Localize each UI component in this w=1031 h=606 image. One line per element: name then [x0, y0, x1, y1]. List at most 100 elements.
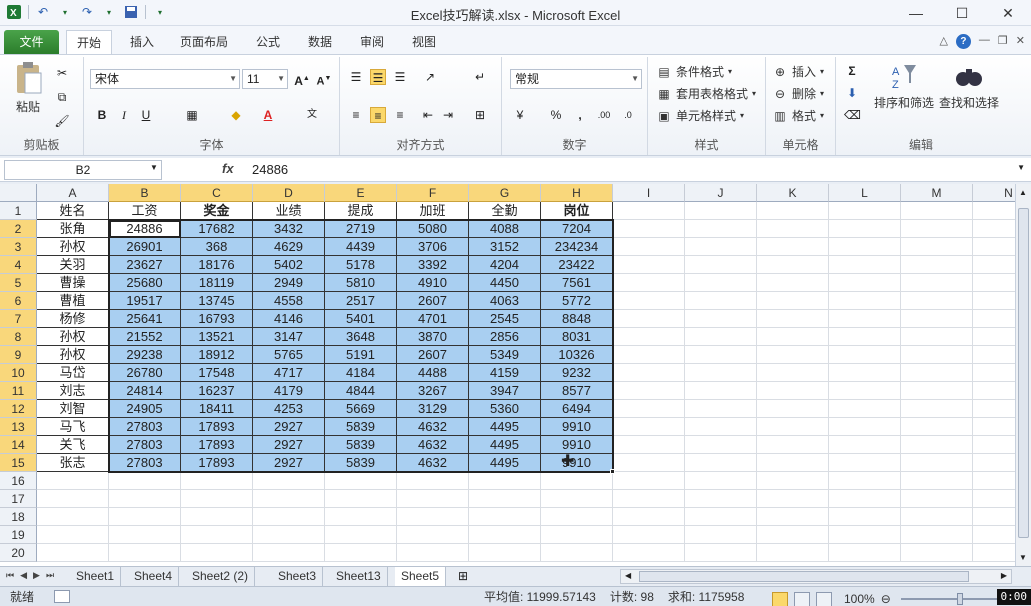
table-cell[interactable]: 17893: [181, 418, 253, 436]
empty-cell[interactable]: [901, 544, 973, 562]
empty-cell[interactable]: [685, 328, 757, 346]
empty-cell[interactable]: [325, 526, 397, 544]
empty-cell[interactable]: [973, 310, 1015, 328]
empty-cell[interactable]: [37, 472, 109, 490]
empty-cell[interactable]: [37, 526, 109, 544]
empty-cell[interactable]: [613, 220, 685, 238]
empty-cell[interactable]: [685, 508, 757, 526]
empty-cell[interactable]: [757, 364, 829, 382]
empty-cell[interactable]: [613, 526, 685, 544]
empty-cell[interactable]: [685, 346, 757, 364]
empty-cell[interactable]: [613, 346, 685, 364]
empty-cell[interactable]: [973, 454, 1015, 472]
empty-cell[interactable]: [685, 310, 757, 328]
row-header-19[interactable]: 19: [0, 526, 37, 544]
table-cell[interactable]: 2517: [325, 292, 397, 310]
tab-review[interactable]: 审阅: [350, 30, 394, 54]
header-cell[interactable]: 工资: [109, 202, 181, 220]
scroll-right-icon[interactable]: ▶: [1001, 571, 1007, 580]
comma-button[interactable]: ,: [572, 107, 588, 123]
insert-cells-button[interactable]: ⊕ 插入 ▾: [772, 63, 824, 80]
tab-view[interactable]: 视图: [402, 30, 446, 54]
empty-cell[interactable]: [901, 256, 973, 274]
sheet-tab[interactable]: Sheet13: [330, 567, 388, 586]
table-cell[interactable]: 8848: [541, 310, 613, 328]
font-name-combo[interactable]: 宋体 ▼: [90, 69, 240, 89]
table-cell[interactable]: 26901: [109, 238, 181, 256]
empty-cell[interactable]: [901, 292, 973, 310]
insert-sheet-icon[interactable]: ⊞: [458, 569, 468, 583]
empty-cell[interactable]: [685, 454, 757, 472]
table-cell[interactable]: 4184: [325, 364, 397, 382]
page-layout-view-button[interactable]: [794, 591, 810, 606]
empty-cell[interactable]: [973, 436, 1015, 454]
table-cell[interactable]: 杨修: [37, 310, 109, 328]
empty-cell[interactable]: [685, 238, 757, 256]
empty-cell[interactable]: [685, 274, 757, 292]
table-cell[interactable]: 4495: [469, 454, 541, 472]
table-cell[interactable]: 19517: [109, 292, 181, 310]
row-header-9[interactable]: 9: [0, 346, 37, 364]
empty-cell[interactable]: [901, 418, 973, 436]
empty-cell[interactable]: [685, 472, 757, 490]
row-header-17[interactable]: 17: [0, 490, 37, 508]
empty-cell[interactable]: [973, 220, 1015, 238]
table-cell[interactable]: 27803: [109, 418, 181, 436]
row-header-1[interactable]: 1: [0, 202, 37, 220]
empty-cell[interactable]: [973, 400, 1015, 418]
empty-cell[interactable]: [757, 238, 829, 256]
table-cell[interactable]: 3432: [253, 220, 325, 238]
empty-cell[interactable]: [973, 274, 1015, 292]
empty-cell[interactable]: [829, 508, 901, 526]
align-center-icon[interactable]: ≡: [370, 107, 386, 123]
table-cell[interactable]: 2949: [253, 274, 325, 292]
table-cell[interactable]: 3870: [397, 328, 469, 346]
empty-cell[interactable]: [109, 526, 181, 544]
empty-cell[interactable]: [541, 490, 613, 508]
empty-cell[interactable]: [397, 490, 469, 508]
workbook-minimize-icon[interactable]: —: [979, 34, 990, 49]
empty-cell[interactable]: [901, 436, 973, 454]
column-header-i[interactable]: I: [613, 184, 685, 202]
empty-cell[interactable]: [469, 544, 541, 562]
empty-cell[interactable]: [325, 490, 397, 508]
empty-cell[interactable]: [757, 490, 829, 508]
row-header-7[interactable]: 7: [0, 310, 37, 328]
empty-cell[interactable]: [973, 202, 1015, 220]
empty-cell[interactable]: [685, 364, 757, 382]
column-header-m[interactable]: M: [901, 184, 973, 202]
empty-cell[interactable]: [397, 526, 469, 544]
table-cell[interactable]: 9910: [541, 454, 613, 472]
table-cell[interactable]: 4632: [397, 436, 469, 454]
empty-cell[interactable]: [685, 400, 757, 418]
minimize-button[interactable]: —: [893, 0, 939, 26]
table-cell[interactable]: 张志: [37, 454, 109, 472]
table-cell[interactable]: 2927: [253, 418, 325, 436]
table-cell[interactable]: 2607: [397, 346, 469, 364]
align-right-icon[interactable]: ≡: [392, 107, 408, 123]
table-cell[interactable]: 2545: [469, 310, 541, 328]
row-header-3[interactable]: 3: [0, 238, 37, 256]
table-cell[interactable]: 孙权: [37, 238, 109, 256]
column-header-a[interactable]: A: [37, 184, 109, 202]
table-cell[interactable]: 9910: [541, 436, 613, 454]
empty-cell[interactable]: [541, 544, 613, 562]
column-header-c[interactable]: C: [181, 184, 253, 202]
empty-cell[interactable]: [829, 454, 901, 472]
table-cell[interactable]: 17893: [181, 454, 253, 472]
empty-cell[interactable]: [757, 508, 829, 526]
row-header-15[interactable]: 15: [0, 454, 37, 472]
table-cell[interactable]: 2856: [469, 328, 541, 346]
header-cell[interactable]: 提成: [325, 202, 397, 220]
prev-sheet-icon[interactable]: ◀: [20, 570, 27, 581]
table-cell[interactable]: 3147: [253, 328, 325, 346]
table-cell[interactable]: 2927: [253, 454, 325, 472]
normal-view-button[interactable]: [772, 591, 788, 606]
table-cell[interactable]: 4717: [253, 364, 325, 382]
empty-cell[interactable]: [613, 544, 685, 562]
table-cell[interactable]: 26780: [109, 364, 181, 382]
empty-cell[interactable]: [757, 418, 829, 436]
table-cell[interactable]: 5191: [325, 346, 397, 364]
next-sheet-icon[interactable]: ▶: [33, 570, 40, 581]
table-cell[interactable]: 4632: [397, 454, 469, 472]
